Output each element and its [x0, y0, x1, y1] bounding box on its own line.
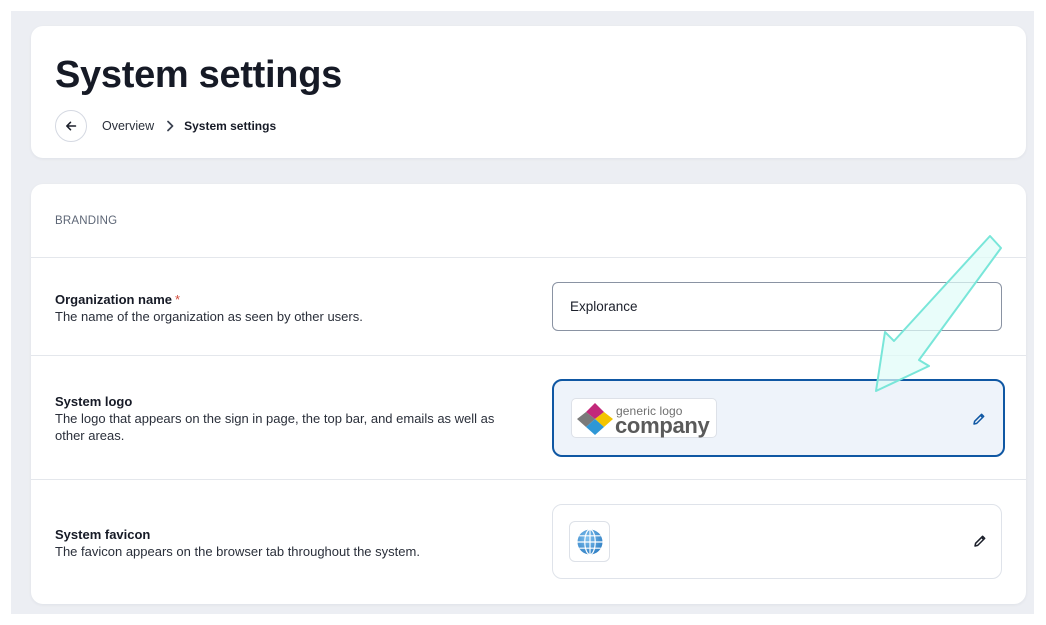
system-logo-upload[interactable]: generic logo company	[552, 379, 1005, 457]
page-header: System settings Overview System settings	[31, 26, 1026, 158]
breadcrumb-overview-link[interactable]: Overview	[102, 119, 154, 133]
system-favicon-label: System favicon	[55, 527, 151, 542]
branding-settings-card: BRANDING Organization name * The name of …	[31, 184, 1026, 604]
required-marker: *	[175, 292, 181, 307]
org-name-label-text: Organization name	[55, 292, 173, 307]
logo-text-main: company	[615, 413, 710, 438]
system-favicon-upload[interactable]	[552, 504, 1002, 579]
pencil-icon	[973, 413, 985, 425]
edit-favicon-button[interactable]	[969, 530, 991, 552]
logo-mark-icon	[577, 403, 613, 435]
system-logo-description: The logo that appears on the sign in pag…	[55, 411, 495, 443]
globe-icon	[577, 528, 602, 555]
page-title: System settings	[55, 54, 342, 96]
system-favicon-preview	[569, 521, 610, 562]
system-logo-preview: generic logo company	[571, 398, 717, 438]
arrow-left-icon	[66, 121, 77, 131]
system-favicon-description: The favicon appears on the browser tab t…	[55, 544, 420, 559]
breadcrumb: Overview System settings	[55, 110, 276, 142]
org-name-description: The name of the organization as seen by …	[55, 309, 363, 324]
edit-logo-button[interactable]	[968, 408, 990, 430]
org-name-label: Organization name *	[55, 292, 180, 307]
back-button[interactable]	[55, 110, 87, 142]
page-background: System settings Overview System settings…	[11, 11, 1034, 614]
divider	[31, 257, 1026, 258]
divider	[31, 479, 1026, 480]
section-label-branding: BRANDING	[55, 215, 118, 227]
system-logo-label: System logo	[55, 394, 133, 409]
divider	[31, 355, 1026, 356]
breadcrumb-current: System settings	[184, 119, 277, 133]
chevron-right-icon	[166, 120, 174, 132]
pencil-icon	[974, 535, 986, 547]
org-name-input[interactable]	[552, 282, 1002, 331]
